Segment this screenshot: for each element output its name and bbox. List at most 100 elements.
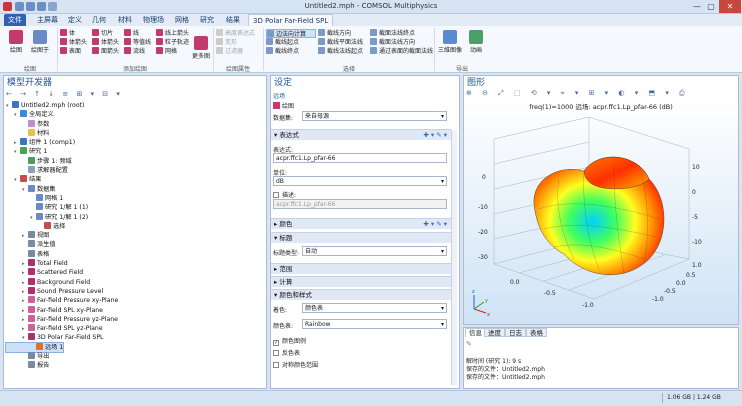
add-line-arrow[interactable]: 线上箭头	[156, 29, 190, 38]
tab-definitions[interactable]: 定义	[64, 14, 86, 26]
close-button[interactable]: ✕	[719, 0, 741, 13]
graphics-toolbar[interactable]: ⊕ ⊖ ⤢ ⬚ ⟲ ▾ ⌖ ▾ ⊞ ▾ ◐ ▾ ⬒ ▾ ⎙	[466, 89, 736, 98]
tree-node[interactable]: 步骤 1: 频域	[6, 156, 264, 166]
color-legend-checkbox[interactable]: ✓ 颜色图例	[273, 336, 306, 346]
settings-plot-button[interactable]: 绘图	[273, 101, 294, 110]
tree-node[interactable]: 报告	[6, 361, 264, 370]
color-style-section[interactable]: ▾ 颜色和样式	[271, 289, 451, 300]
tree-node[interactable]: ▾ 结果	[6, 175, 264, 184]
cut-plane-normal-through-surface[interactable]: 通过表面的截面法线	[370, 47, 433, 56]
tree-node[interactable]: 选择	[6, 221, 264, 231]
unit-select[interactable]: dB ▾	[273, 176, 447, 186]
tab-materials[interactable]: 材料	[114, 14, 136, 26]
x-tick: 1.0	[692, 262, 702, 269]
cut-line-normal-start[interactable]: 截线法线起点	[318, 47, 368, 56]
tab-home[interactable]: 主屏幕	[33, 14, 62, 26]
cut-plane-normal-end[interactable]: 截面法线终点	[370, 29, 432, 38]
tree-node[interactable]: 远场 1	[4, 341, 65, 354]
plot-to-button[interactable]: 绘图于	[29, 30, 51, 54]
tree-node[interactable]: ▸ 组件 1 (comp1)	[6, 138, 264, 147]
cut-line-direction[interactable]: 截线方向	[318, 29, 368, 38]
tree-node[interactable]: ▸ Far-field SPL yz-Plane	[6, 324, 264, 333]
range-section[interactable]: ▸ 范围	[271, 263, 451, 274]
tree-node[interactable]: 求解器配置	[6, 166, 264, 175]
expression-section[interactable]: ▾ 表达式 ✚ ▾ ✎ ▾	[271, 129, 451, 140]
plot-button[interactable]: 绘图	[5, 30, 27, 54]
add-surface[interactable]: 表面	[60, 47, 90, 56]
model-builder-toolbar[interactable]: ← → ↑ ↓ ≡ ⊞ ▾ ⊟ ▾	[6, 90, 262, 99]
color-section[interactable]: ▸ 颜色 ✚ ▾ ✎ ▾	[271, 218, 451, 229]
tree-node[interactable]: ▾ 全局定义	[6, 110, 264, 119]
description-input[interactable]: acpr.ffc1.Lp_pfar-66	[273, 199, 447, 209]
tree-node[interactable]: 派生值	[6, 240, 264, 249]
tab-results[interactable]: 结果	[222, 14, 244, 26]
tab-geometry[interactable]: 几何	[88, 14, 110, 26]
minimize-button[interactable]: —	[690, 0, 704, 13]
tab-study[interactable]: 研究	[196, 14, 218, 26]
tree-node[interactable]: 网格 1	[6, 193, 264, 203]
add-surface-arrow[interactable]: 面箭头	[92, 47, 122, 56]
tab-log[interactable]: 日志	[505, 328, 526, 337]
tree-node[interactable]: ▸ Sound Pressure Level	[6, 286, 264, 296]
tab-messages[interactable]: 信息	[465, 328, 486, 337]
cut-line-start[interactable]: 截线起点	[266, 38, 316, 47]
height-expression[interactable]: 高度表达式	[216, 29, 260, 38]
tree-node[interactable]: 研究 1/解 1 (1)	[6, 203, 264, 212]
cut-plane-normal-direction[interactable]: 截面法线方向	[370, 38, 432, 47]
tree-node[interactable]: 参数	[6, 119, 264, 129]
tree-node[interactable]: 导出	[6, 352, 264, 361]
cut-line-end[interactable]: 截线终点	[266, 47, 316, 56]
symmetric-color-range-checkbox[interactable]: 对称颜色范围	[273, 360, 318, 369]
add-mesh[interactable]: 网格	[156, 47, 190, 56]
title-section[interactable]: ▾ 标题	[271, 232, 451, 243]
tree-node[interactable]: 材料	[6, 128, 264, 138]
filter[interactable]: 过滤器	[216, 47, 260, 56]
tab-3d-polar-farfield[interactable]: 3D Polar Far-Field SPL	[248, 14, 334, 26]
add-volume[interactable]: 体	[60, 29, 90, 38]
tree-node[interactable]: ▸ Far-field Pressure xy-Plane	[6, 296, 264, 305]
tree-node[interactable]: ▸ Far-field Pressure yz-Plane	[6, 314, 264, 324]
settings-scrollbar[interactable]	[451, 130, 457, 385]
tree-node[interactable]: ▾ 研究 1/解 1 (2)	[6, 212, 264, 222]
deformation[interactable]: 变形	[216, 38, 260, 47]
tree-node[interactable]: ▸ Scattered Field	[6, 268, 264, 277]
dataset-select[interactable]: 来自母源 ▾	[302, 111, 447, 121]
add-particle-trajectory[interactable]: 粒子轨迹	[156, 38, 190, 47]
tree-node-label: 视图	[37, 232, 50, 240]
tree-node[interactable]: ▾ Untitled2.mph (root)	[6, 101, 264, 110]
graphics-canvas[interactable]: freq(1)=1000 远场: acpr.ffc1.Lp_pfar-66 (d…	[464, 99, 738, 324]
tree-node[interactable]: ▸ Background Field	[6, 277, 264, 287]
tab-progress[interactable]: 进度	[484, 328, 505, 337]
tree-node[interactable]: ▾ 研究 1	[6, 147, 264, 156]
tree-node[interactable]: ▸ 视图	[6, 231, 264, 240]
tab-table[interactable]: 表格	[526, 328, 547, 337]
tree-node[interactable]: ▾ 数据集	[6, 184, 264, 194]
color-table-select[interactable]: Rainbow ▾	[302, 319, 447, 329]
tab-mesh[interactable]: 网格	[171, 14, 193, 26]
maximize-button[interactable]: ▢	[704, 0, 718, 13]
tree-node[interactable]: ▾ 3D Polar Far-Field SPL	[6, 333, 264, 342]
tree-node[interactable]: ▸ Far-field SPL xy-Plane	[6, 305, 264, 315]
cut-line-plane-normal[interactable]: 截线平面法线	[318, 38, 368, 47]
tree-node[interactable]: 表格	[6, 249, 264, 259]
add-isosurface[interactable]: 体箭头	[92, 38, 122, 47]
add-line[interactable]: 线	[124, 29, 154, 38]
clear-log-icon[interactable]: ✎	[466, 340, 472, 348]
add-slice[interactable]: 切片	[92, 29, 122, 38]
tab-physics[interactable]: 物理场	[139, 14, 168, 26]
file-menu[interactable]: 文件	[4, 14, 26, 26]
description-checkbox[interactable]: 描述:	[273, 190, 296, 199]
animation-button[interactable]: 动画	[465, 30, 487, 54]
expression-input[interactable]: acpr.ffc1.Lp_pfar-66	[273, 153, 447, 163]
add-volume-arrow[interactable]: 体箭头	[60, 38, 90, 47]
title-type-select[interactable]: 自动 ▾	[302, 246, 447, 256]
add-contour[interactable]: 等值线	[124, 38, 154, 47]
coloring-select[interactable]: 颜色表 ▾	[302, 303, 447, 313]
3d-image-button[interactable]: 三维图像	[437, 30, 463, 54]
more-plots-button[interactable]: 更多图	[191, 36, 211, 60]
evaluation-section[interactable]: ▸ 计算	[271, 276, 451, 287]
tree-node[interactable]: ▸ Total Field	[6, 259, 264, 268]
add-streamline[interactable]: 流线	[124, 47, 154, 56]
reverse-color-table-checkbox[interactable]: 反色表	[273, 348, 300, 357]
edge-normal-calc[interactable]: 边法向计算	[266, 29, 316, 38]
